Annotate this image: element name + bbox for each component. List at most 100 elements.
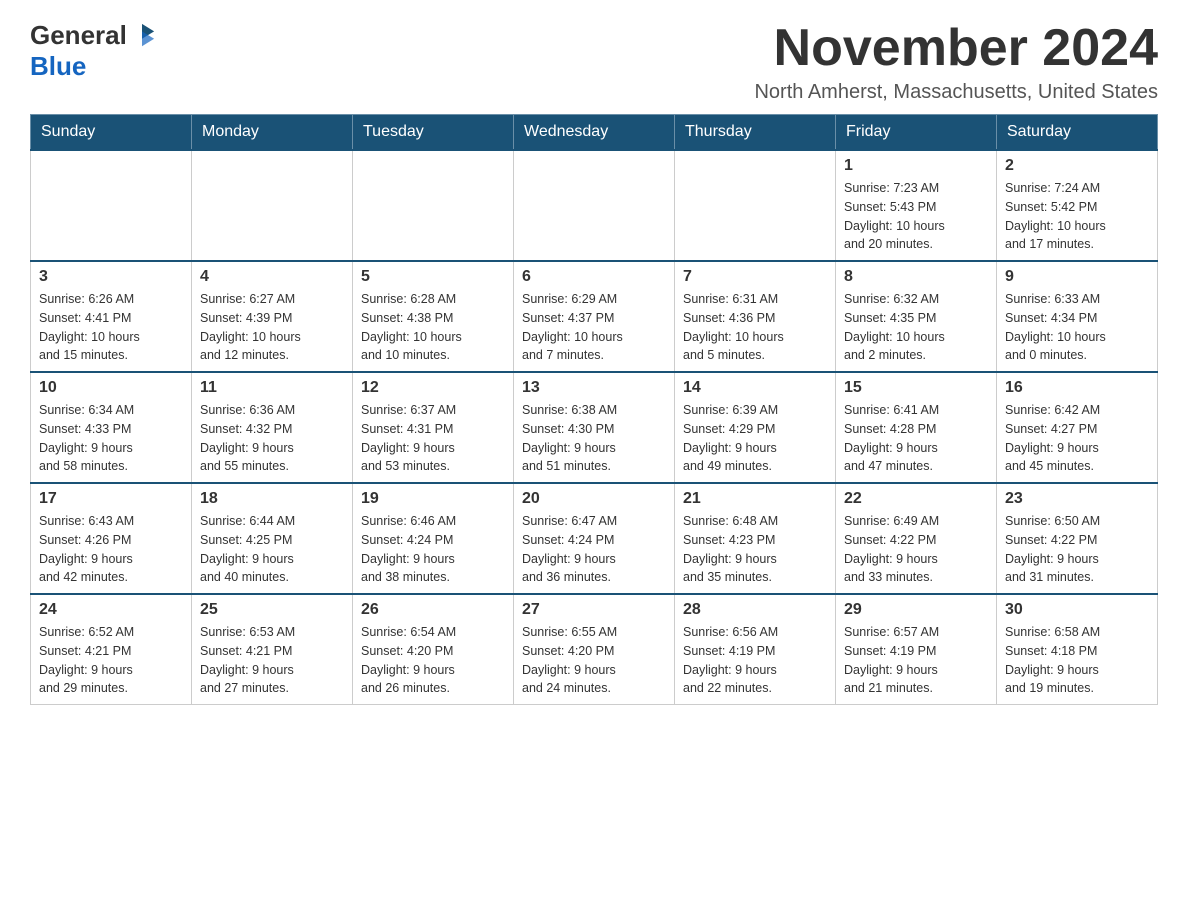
header: General Blue November 2024 North Amherst… — [30, 20, 1158, 104]
week-row-2: 3 Sunrise: 6:26 AM Sunset: 4:41 PM Daylig… — [31, 261, 1158, 372]
day-number: 18 — [200, 490, 344, 508]
day-number: 5 — [361, 268, 505, 286]
calendar-cell: 13 Sunrise: 6:38 AM Sunset: 4:30 PM Dayli… — [514, 372, 675, 483]
day-number: 23 — [1005, 490, 1149, 508]
day-header-sunday: Sunday — [31, 115, 192, 151]
day-number: 29 — [844, 601, 988, 619]
day-info: Sunrise: 6:47 AM Sunset: 4:24 PM Dayligh… — [522, 512, 666, 587]
day-info: Sunrise: 6:32 AM Sunset: 4:35 PM Dayligh… — [844, 290, 988, 365]
day-number: 24 — [39, 601, 183, 619]
calendar-cell: 7Sunrise: 6:31 AM Sunset: 4:36 PM Daylig… — [675, 261, 836, 372]
day-info: Sunrise: 6:31 AM Sunset: 4:36 PM Dayligh… — [683, 290, 827, 365]
calendar-cell: 17Sunrise: 6:43 AM Sunset: 4:26 PM Dayli… — [31, 483, 192, 594]
calendar-cell — [353, 150, 514, 261]
week-row-5: 24 Sunrise: 6:52 AM Sunset: 4:21 PM Dayli… — [31, 594, 1158, 705]
calendar-cell: 4Sunrise: 6:27 AM Sunset: 4:39 PM Daylig… — [192, 261, 353, 372]
day-number: 25 — [200, 601, 344, 619]
day-number: 19 — [361, 490, 505, 508]
calendar-cell: 28 Sunrise: 6:56 AM Sunset: 4:19 PM Dayli… — [675, 594, 836, 705]
logo-blue: Blue — [30, 51, 86, 82]
day-info: Sunrise: 6:41 AM Sunset: 4:28 PM Dayligh… — [844, 401, 988, 476]
day-info: Sunrise: 7:24 AM Sunset: 5:42 PM Dayligh… — [1005, 179, 1149, 254]
day-number: 21 — [683, 490, 827, 508]
calendar-cell: 10Sunrise: 6:34 AM Sunset: 4:33 PM Dayli… — [31, 372, 192, 483]
day-info: Sunrise: 6:29 AM Sunset: 4:37 PM Dayligh… — [522, 290, 666, 365]
location-subtitle: North Amherst, Massachusetts, United Sta… — [754, 81, 1158, 104]
day-info: Sunrise: 6:46 AM Sunset: 4:24 PM Dayligh… — [361, 512, 505, 587]
calendar-cell: 9Sunrise: 6:33 AM Sunset: 4:34 PM Daylig… — [997, 261, 1158, 372]
calendar-cell — [675, 150, 836, 261]
calendar-cell: 25 Sunrise: 6:53 AM Sunset: 4:21 PM Dayli… — [192, 594, 353, 705]
day-number: 15 — [844, 379, 988, 397]
day-info: Sunrise: 6:53 AM Sunset: 4:21 PM Dayligh… — [200, 623, 344, 698]
day-number: 6 — [522, 268, 666, 286]
day-number: 9 — [1005, 268, 1149, 286]
calendar-cell: 12 Sunrise: 6:37 AM Sunset: 4:31 PM Dayli… — [353, 372, 514, 483]
day-info: Sunrise: 6:44 AM Sunset: 4:25 PM Dayligh… — [200, 512, 344, 587]
day-number: 27 — [522, 601, 666, 619]
calendar-cell: 11 Sunrise: 6:36 AM Sunset: 4:32 PM Dayli… — [192, 372, 353, 483]
day-header-thursday: Thursday — [675, 115, 836, 151]
calendar-cell: 15 Sunrise: 6:41 AM Sunset: 4:28 PM Dayli… — [836, 372, 997, 483]
day-info: Sunrise: 6:56 AM Sunset: 4:19 PM Dayligh… — [683, 623, 827, 698]
calendar-cell: 14Sunrise: 6:39 AM Sunset: 4:29 PM Dayli… — [675, 372, 836, 483]
day-number: 30 — [1005, 601, 1149, 619]
day-header-saturday: Saturday — [997, 115, 1158, 151]
day-number: 26 — [361, 601, 505, 619]
day-info: Sunrise: 6:52 AM Sunset: 4:21 PM Dayligh… — [39, 623, 183, 698]
day-info: Sunrise: 6:43 AM Sunset: 4:26 PM Dayligh… — [39, 512, 183, 587]
day-info: Sunrise: 6:39 AM Sunset: 4:29 PM Dayligh… — [683, 401, 827, 476]
day-info: Sunrise: 6:27 AM Sunset: 4:39 PM Dayligh… — [200, 290, 344, 365]
calendar-cell: 23Sunrise: 6:50 AM Sunset: 4:22 PM Dayli… — [997, 483, 1158, 594]
title-area: November 2024 North Amherst, Massachuset… — [754, 20, 1158, 104]
calendar-cell: 29 Sunrise: 6:57 AM Sunset: 4:19 PM Dayli… — [836, 594, 997, 705]
day-number: 16 — [1005, 379, 1149, 397]
day-number: 28 — [683, 601, 827, 619]
calendar-cell: 6 Sunrise: 6:29 AM Sunset: 4:37 PM Daylig… — [514, 261, 675, 372]
day-number: 3 — [39, 268, 183, 286]
day-info: Sunrise: 6:55 AM Sunset: 4:20 PM Dayligh… — [522, 623, 666, 698]
calendar-cell: 5 Sunrise: 6:28 AM Sunset: 4:38 PM Daylig… — [353, 261, 514, 372]
day-info: Sunrise: 6:34 AM Sunset: 4:33 PM Dayligh… — [39, 401, 183, 476]
logo-text: General — [30, 20, 157, 51]
calendar-cell: 2 Sunrise: 7:24 AM Sunset: 5:42 PM Daylig… — [997, 150, 1158, 261]
day-info: Sunrise: 6:36 AM Sunset: 4:32 PM Dayligh… — [200, 401, 344, 476]
calendar-table: SundayMondayTuesdayWednesdayThursdayFrid… — [30, 114, 1158, 705]
calendar-cell: 27 Sunrise: 6:55 AM Sunset: 4:20 PM Dayli… — [514, 594, 675, 705]
calendar-cell: 24 Sunrise: 6:52 AM Sunset: 4:21 PM Dayli… — [31, 594, 192, 705]
day-info: Sunrise: 6:37 AM Sunset: 4:31 PM Dayligh… — [361, 401, 505, 476]
day-info: Sunrise: 6:28 AM Sunset: 4:38 PM Dayligh… — [361, 290, 505, 365]
calendar-cell — [192, 150, 353, 261]
day-info: Sunrise: 6:48 AM Sunset: 4:23 PM Dayligh… — [683, 512, 827, 587]
day-header-monday: Monday — [192, 115, 353, 151]
day-info: Sunrise: 7:23 AM Sunset: 5:43 PM Dayligh… — [844, 179, 988, 254]
calendar-cell: 1 Sunrise: 7:23 AM Sunset: 5:43 PM Daylig… — [836, 150, 997, 261]
day-header-friday: Friday — [836, 115, 997, 151]
calendar-cell: 18 Sunrise: 6:44 AM Sunset: 4:25 PM Dayli… — [192, 483, 353, 594]
day-info: Sunrise: 6:57 AM Sunset: 4:19 PM Dayligh… — [844, 623, 988, 698]
day-info: Sunrise: 6:38 AM Sunset: 4:30 PM Dayligh… — [522, 401, 666, 476]
day-info: Sunrise: 6:54 AM Sunset: 4:20 PM Dayligh… — [361, 623, 505, 698]
calendar-cell: 22 Sunrise: 6:49 AM Sunset: 4:22 PM Dayli… — [836, 483, 997, 594]
day-number: 2 — [1005, 157, 1149, 175]
day-header-tuesday: Tuesday — [353, 115, 514, 151]
calendar-cell — [514, 150, 675, 261]
week-row-4: 17Sunrise: 6:43 AM Sunset: 4:26 PM Dayli… — [31, 483, 1158, 594]
calendar-cell — [31, 150, 192, 261]
day-number: 13 — [522, 379, 666, 397]
logo-flag-icon — [128, 22, 156, 50]
day-number: 1 — [844, 157, 988, 175]
calendar-cell: 16Sunrise: 6:42 AM Sunset: 4:27 PM Dayli… — [997, 372, 1158, 483]
calendar-cell: 3 Sunrise: 6:26 AM Sunset: 4:41 PM Daylig… — [31, 261, 192, 372]
calendar-cell: 8 Sunrise: 6:32 AM Sunset: 4:35 PM Daylig… — [836, 261, 997, 372]
calendar-cell: 30Sunrise: 6:58 AM Sunset: 4:18 PM Dayli… — [997, 594, 1158, 705]
day-info: Sunrise: 6:26 AM Sunset: 4:41 PM Dayligh… — [39, 290, 183, 365]
calendar-cell: 19 Sunrise: 6:46 AM Sunset: 4:24 PM Dayli… — [353, 483, 514, 594]
day-number: 22 — [844, 490, 988, 508]
calendar-cell: 21 Sunrise: 6:48 AM Sunset: 4:23 PM Dayli… — [675, 483, 836, 594]
day-number: 8 — [844, 268, 988, 286]
day-number: 11 — [200, 379, 344, 397]
day-info: Sunrise: 6:49 AM Sunset: 4:22 PM Dayligh… — [844, 512, 988, 587]
calendar-cell: 20Sunrise: 6:47 AM Sunset: 4:24 PM Dayli… — [514, 483, 675, 594]
day-number: 12 — [361, 379, 505, 397]
